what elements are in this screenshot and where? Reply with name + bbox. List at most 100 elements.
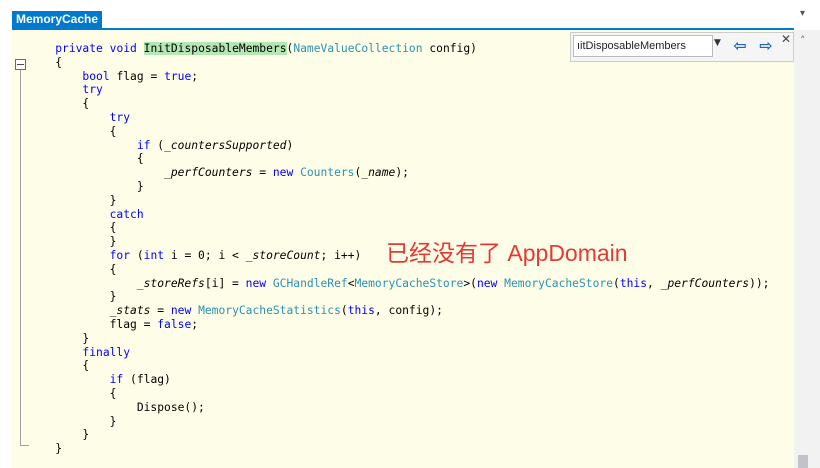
code-token: NameValueCollection xyxy=(293,42,423,55)
code-token: config) xyxy=(422,42,477,55)
tab-memorycache[interactable]: MemoryCache xyxy=(12,11,103,28)
code-line: { xyxy=(28,97,769,111)
arrow-left-icon[interactable]: ⇦ xyxy=(730,36,750,56)
code-token: try xyxy=(109,110,131,124)
highlighted-method-name: InitDisposableMembers xyxy=(143,42,287,55)
code-token: _storeCount xyxy=(245,248,321,262)
code-token: { xyxy=(109,124,117,138)
code-token: } xyxy=(109,414,117,428)
code-token: _perfCounters xyxy=(164,166,253,180)
code-token: MemoryCacheStore xyxy=(504,276,613,290)
code-token: { xyxy=(109,386,117,400)
code-line: Dispose(); xyxy=(28,401,769,415)
code-token: new xyxy=(476,276,498,290)
code-token: } xyxy=(82,331,90,345)
code-token: GCHandleRef xyxy=(272,276,348,290)
code-token: new xyxy=(245,276,267,290)
code-token: _perfCounters xyxy=(660,276,750,290)
code-line: _storeRefs[i] = new GCHandleRef<MemoryCa… xyxy=(28,276,770,291)
code-token: } xyxy=(136,179,144,193)
code-token: try xyxy=(82,83,103,97)
code-token: flag = xyxy=(109,317,158,331)
code-token: i = 0; i < xyxy=(164,248,246,262)
code-line: bool flag = true; xyxy=(28,70,769,84)
code-line: if (_countersSupported) xyxy=(28,139,769,153)
find-search-input[interactable]: ıitDisposableMembers xyxy=(573,35,713,57)
code-token: [i] = xyxy=(204,276,246,290)
code-token: ; xyxy=(191,317,199,331)
code-token: _countersSupported xyxy=(164,138,287,152)
code-token: < xyxy=(347,276,355,290)
code-line: _stats = new MemoryCacheStatistics(this,… xyxy=(28,304,769,318)
annotation-text: 已经没有了 AppDomain xyxy=(386,240,628,266)
collapse-minus-icon[interactable] xyxy=(15,59,26,70)
outline-guide-line xyxy=(20,70,21,445)
code-token: Dispose(); xyxy=(136,400,205,414)
code-line: } xyxy=(28,194,769,208)
code-line: { xyxy=(28,152,769,166)
code-token: } xyxy=(55,442,63,456)
code-token: this xyxy=(619,276,648,290)
code-token: { xyxy=(82,359,90,373)
code-token: true xyxy=(164,69,192,83)
code-line: try xyxy=(28,111,769,125)
find-history-chevron-down-icon[interactable]: ▼ xyxy=(714,38,721,48)
code-token: { xyxy=(136,152,144,166)
vertical-scrollbar[interactable] xyxy=(794,30,820,468)
code-token: { xyxy=(109,262,117,276)
code-token: catch xyxy=(109,207,144,221)
code-line: } xyxy=(28,332,769,346)
code-line: catch xyxy=(28,208,769,222)
code-token: { xyxy=(109,221,117,235)
code-token: ); xyxy=(395,166,409,180)
scroll-up-icon[interactable]: ˄ xyxy=(800,34,806,47)
code-token: _stats xyxy=(109,304,151,318)
arrow-right-icon[interactable]: ⇨ xyxy=(756,36,776,56)
tab-list-chevron-down-icon[interactable]: ▾ xyxy=(800,8,805,19)
code-line: } xyxy=(28,180,769,194)
code-line: if (flag) xyxy=(28,373,769,387)
code-token: ( xyxy=(130,248,144,262)
code-token: >( xyxy=(463,276,477,290)
code-token: ( xyxy=(340,304,348,318)
code-token: ) xyxy=(286,138,294,152)
code-line: flag = false; xyxy=(28,318,769,332)
code-token: new xyxy=(272,166,294,180)
document-tabstrip: MemoryCache ▾ xyxy=(0,0,820,28)
code-line: } xyxy=(28,415,769,429)
code-token: int xyxy=(143,248,165,262)
scrollbar-thumb[interactable] xyxy=(798,455,808,468)
code-line: } xyxy=(28,428,769,442)
code-token: bool xyxy=(82,69,110,83)
code-token: MemoryCacheStore xyxy=(354,276,464,290)
code-token: Counters xyxy=(300,166,355,180)
code-line: _perfCounters = new Counters(_name); xyxy=(28,166,769,180)
code-token: } xyxy=(109,290,117,304)
code-token: } xyxy=(82,428,90,442)
code-token: if xyxy=(136,138,151,152)
code-token: ( xyxy=(150,138,165,152)
code-token: = xyxy=(252,166,273,180)
code-token: )); xyxy=(749,276,770,290)
code-token: , xyxy=(647,276,661,290)
close-icon[interactable]: ✕ xyxy=(781,32,791,46)
code-token: ; i++) xyxy=(320,248,362,262)
code-token: flag = xyxy=(109,69,165,83)
code-line: finally xyxy=(28,346,769,360)
code-token: MemoryCacheStatistics xyxy=(198,304,341,318)
code-token: for xyxy=(109,248,131,262)
code-line: } xyxy=(28,290,769,304)
code-token: } xyxy=(109,235,117,249)
code-token: _storeRefs xyxy=(136,276,205,290)
code-token: false xyxy=(157,317,192,331)
code-token: , config); xyxy=(374,304,443,318)
code-token: ( xyxy=(613,276,620,290)
code-token: = xyxy=(150,304,171,318)
code-line: try xyxy=(28,83,769,97)
code-token: if xyxy=(109,373,124,387)
code-token: } xyxy=(109,193,117,207)
code-line: { xyxy=(28,125,769,139)
